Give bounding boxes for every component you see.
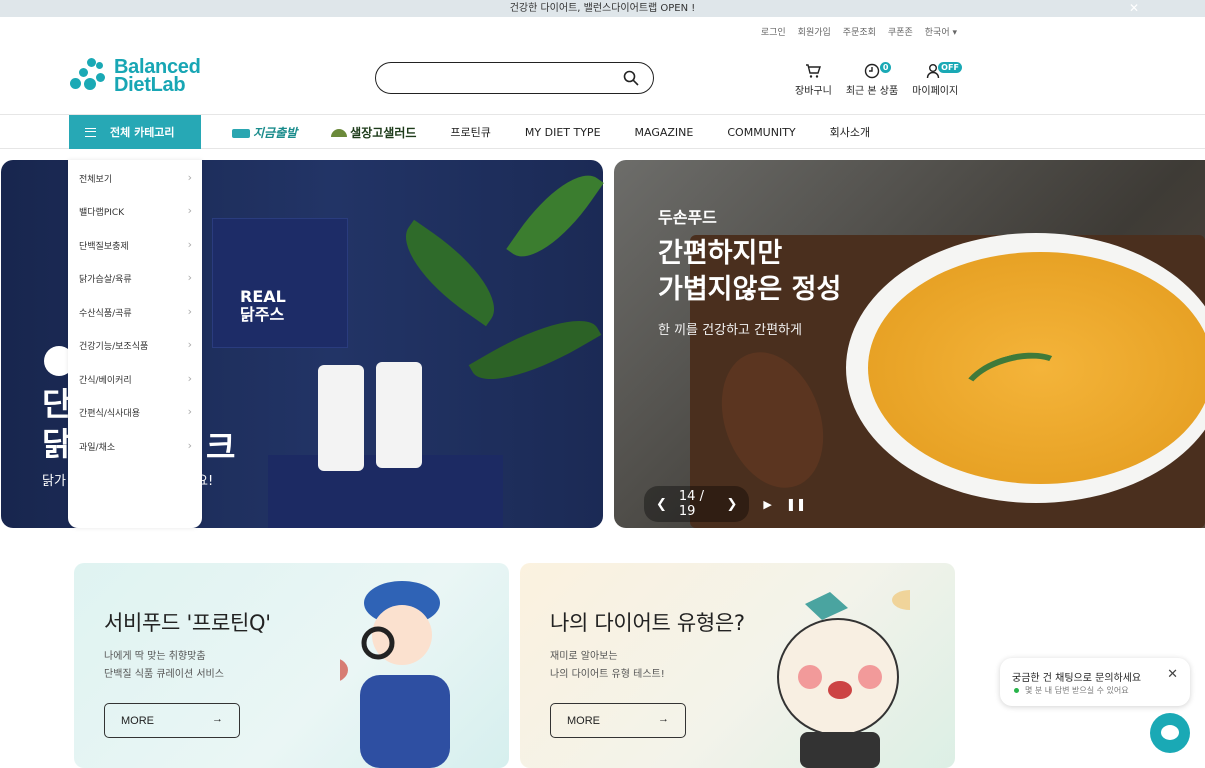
card-description: 재미로 알아보는 나의 다이어트 유형 테스트! <box>550 651 665 680</box>
online-dot-icon <box>1014 688 1019 693</box>
recent-items-button[interactable]: 0 최근 본 상품 <box>846 62 898 97</box>
more-button[interactable]: MORE → <box>104 703 240 738</box>
menu-icon <box>85 127 96 137</box>
category-item-pick[interactable]: 밸다랩PICK <box>79 204 192 218</box>
card-title: 나의 다이어트 유형은? <box>550 611 745 635</box>
pager-pill: ❮ 14 / 19 ❯ <box>644 486 750 522</box>
close-icon[interactable]: ✕ <box>1129 0 1139 17</box>
otter-character-illustration <box>777 590 910 768</box>
category-item-meal[interactable]: 간편식/식사대용 <box>79 405 192 419</box>
order-lookup-link[interactable]: 주문조회 <box>843 25 876 38</box>
mypage-button[interactable]: OFF 마이페이지 <box>912 62 962 97</box>
chat-status: 몇 분 내 답변 받으실 수 있어요 <box>1014 685 1129 696</box>
search-input[interactable] <box>390 69 615 87</box>
banner-left-subtitle: 닭가 <box>42 474 66 489</box>
cart-icon <box>806 64 822 78</box>
slider-controls: ❮ 14 / 19 ❯ ▶ ❚❚ <box>636 486 806 522</box>
banner-right-title: 간편하지만 가볍지않은 정성 <box>658 238 842 305</box>
category-item-chicken[interactable]: 닭가슴살/육류 <box>79 271 192 285</box>
search-icon[interactable] <box>623 70 639 86</box>
nav-items: 지금출발 샐장고샐러드 프로틴큐 MY DIET TYPE MAGAZINE C… <box>232 115 904 149</box>
cart-label: 장바구니 <box>795 86 832 97</box>
next-slide-icon[interactable]: ❯ <box>727 497 738 512</box>
chat-title: 궁금한 건 채팅으로 문의하세요 <box>1012 673 1142 684</box>
salad-icon <box>331 129 348 137</box>
signup-link[interactable]: 회원가입 <box>798 25 831 38</box>
clock-icon <box>864 63 880 79</box>
mypage-label: 마이페이지 <box>912 86 959 97</box>
truck-icon <box>232 128 250 138</box>
cart-button[interactable]: 장바구니 <box>795 62 832 97</box>
category-item-all[interactable]: 전체보기 <box>79 171 192 185</box>
pause-icon[interactable]: ❚❚ <box>786 497 806 511</box>
close-icon[interactable]: ✕ <box>1167 667 1178 682</box>
login-status-badge: OFF <box>938 62 962 73</box>
card-description: 나에게 딱 맞는 취향맞춤 단백질 식품 큐레이션 서비스 <box>104 651 224 680</box>
logo-icon <box>70 58 108 94</box>
nav-item-now-departure[interactable]: 지금출발 <box>232 124 297 141</box>
nav-item-my-diet-type[interactable]: MY DIET TYPE <box>525 126 601 139</box>
chat-prompt-bubble[interactable]: 궁금한 건 채팅으로 문의하세요 몇 분 내 답변 받으실 수 있어요 ✕ <box>1000 658 1190 706</box>
card-title: 서비푸드 '프로틴Q' <box>104 611 271 635</box>
announcement-bar: 건강한 다이어트, 밸런스다이어트랩 OPEN ! ✕ <box>0 0 1205 17</box>
detective-character-illustration <box>340 581 450 768</box>
all-categories-label: 전체 카테고리 <box>110 126 175 139</box>
play-icon[interactable]: ▶ <box>763 498 771 511</box>
search-box <box>375 62 654 94</box>
prev-slide-icon[interactable]: ❮ <box>656 497 667 512</box>
nav-item-proteinq[interactable]: 프로틴큐 <box>450 124 490 140</box>
banner-right-brand: 두손푸드 <box>658 208 717 227</box>
nav-item-magazine[interactable]: MAGAZINE <box>635 126 694 139</box>
all-categories-button[interactable]: 전체 카테고리 <box>69 115 201 149</box>
product-pouch <box>376 362 422 468</box>
category-item-fruit[interactable]: 과일/채소 <box>79 439 192 453</box>
nav-item-community[interactable]: COMMUNITY <box>727 126 795 139</box>
nav-item-salad[interactable]: 샐장고샐러드 <box>331 124 416 141</box>
recent-count-badge: 0 <box>879 62 892 73</box>
language-select[interactable]: 한국어 <box>925 25 957 38</box>
logo[interactable]: Balanced DietLab <box>70 56 201 96</box>
login-link[interactable]: 로그인 <box>761 25 786 38</box>
more-button[interactable]: MORE → <box>550 703 686 738</box>
category-item-snack[interactable]: 간식/베이커리 <box>79 372 192 386</box>
arrow-right-icon: → <box>658 713 669 725</box>
category-menu: 전체보기 밸다랩PICK 단백질보충제 닭가슴살/육류 수산식품/곡류 건강기능… <box>68 160 202 528</box>
header-icons: 장바구니 0 최근 본 상품 OFF 마이페이지 <box>795 62 962 97</box>
product-box <box>212 218 348 348</box>
utility-links: 로그인 회원가입 주문조회 쿠폰존 한국어 <box>761 25 957 38</box>
category-item-health[interactable]: 건강기능/보조식품 <box>79 338 192 352</box>
banner-left-title-tail: 크 <box>206 428 236 466</box>
coupon-link[interactable]: 쿠폰존 <box>888 25 913 38</box>
product-pouch <box>318 365 364 471</box>
logo-text: Balanced DietLab <box>114 56 201 96</box>
arrow-right-icon: → <box>212 713 223 725</box>
main-nav: 전체 카테고리 지금출발 샐장고샐러드 프로틴큐 MY DIET TYPE MA… <box>0 114 1205 149</box>
slide-counter: 14 / 19 <box>678 489 704 519</box>
chat-launcher-button[interactable] <box>1150 713 1190 753</box>
product-box-text: REAL 닭주스 <box>240 287 286 324</box>
banner-right-subtitle: 한 끼를 건강하고 간편하게 <box>658 323 802 338</box>
announcement-text: 건강한 다이어트, 밸런스다이어트랩 OPEN ! <box>509 3 696 14</box>
recent-label: 최근 본 상품 <box>845 86 899 97</box>
category-item-protein[interactable]: 단백질보충제 <box>79 238 192 252</box>
category-item-seafood[interactable]: 수산식품/곡류 <box>79 305 192 319</box>
nav-item-company[interactable]: 회사소개 <box>830 124 870 140</box>
